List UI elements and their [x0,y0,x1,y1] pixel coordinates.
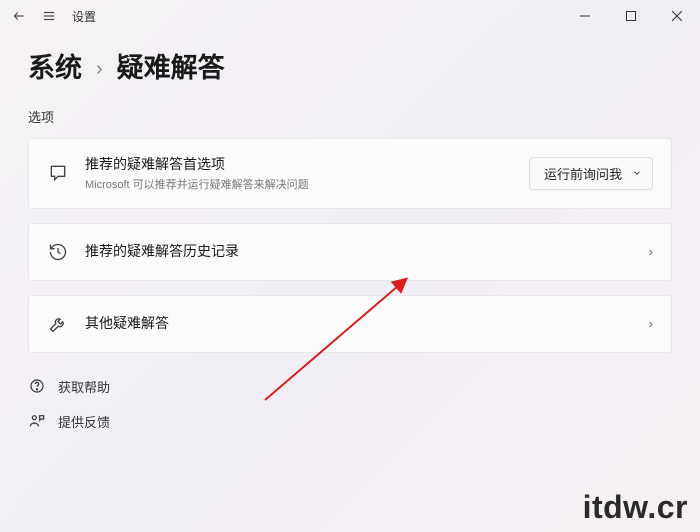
app-title: 设置 [72,8,96,25]
minimize-button[interactable] [562,0,608,32]
card-title: 推荐的疑难解答首选项 [85,155,529,175]
chevron-down-icon [632,168,642,178]
card-other-troubleshooters[interactable]: 其他疑难解答 › [28,295,672,353]
back-button[interactable] [12,9,26,23]
chevron-right-icon: › [649,316,653,331]
link-feedback[interactable]: 提供反馈 [28,412,672,431]
help-icon [28,377,46,395]
card-subtitle: Microsoft 可以推荐并运行疑难解答来解决问题 [85,176,529,192]
breadcrumb: 系统 › 疑难解答 [28,46,672,85]
dropdown-value: 运行前询问我 [544,164,622,183]
menu-button[interactable] [42,9,56,23]
chevron-right-icon: › [649,244,653,259]
breadcrumb-parent[interactable]: 系统 [28,46,82,85]
link-help[interactable]: 获取帮助 [28,377,672,396]
section-label: 选项 [28,107,672,126]
chevron-right-icon: › [96,58,103,81]
comment-icon [47,162,69,184]
recommended-dropdown[interactable]: 运行前询问我 [529,157,653,190]
card-history[interactable]: 推荐的疑难解答历史记录 › [28,223,672,281]
page-title: 疑难解答 [117,46,225,85]
link-label: 获取帮助 [58,377,110,396]
card-title: 其他疑难解答 [85,314,649,334]
history-icon [47,241,69,263]
maximize-button[interactable] [608,0,654,32]
watermark: itdw.cr [583,489,688,526]
wrench-icon [47,313,69,335]
link-label: 提供反馈 [58,412,110,431]
card-recommended-preferences: 推荐的疑难解答首选项 Microsoft 可以推荐并运行疑难解答来解决问题 运行… [28,138,672,209]
feedback-icon [28,412,46,430]
close-button[interactable] [654,0,700,32]
titlebar: 设置 [0,0,700,32]
card-title: 推荐的疑难解答历史记录 [85,242,649,262]
